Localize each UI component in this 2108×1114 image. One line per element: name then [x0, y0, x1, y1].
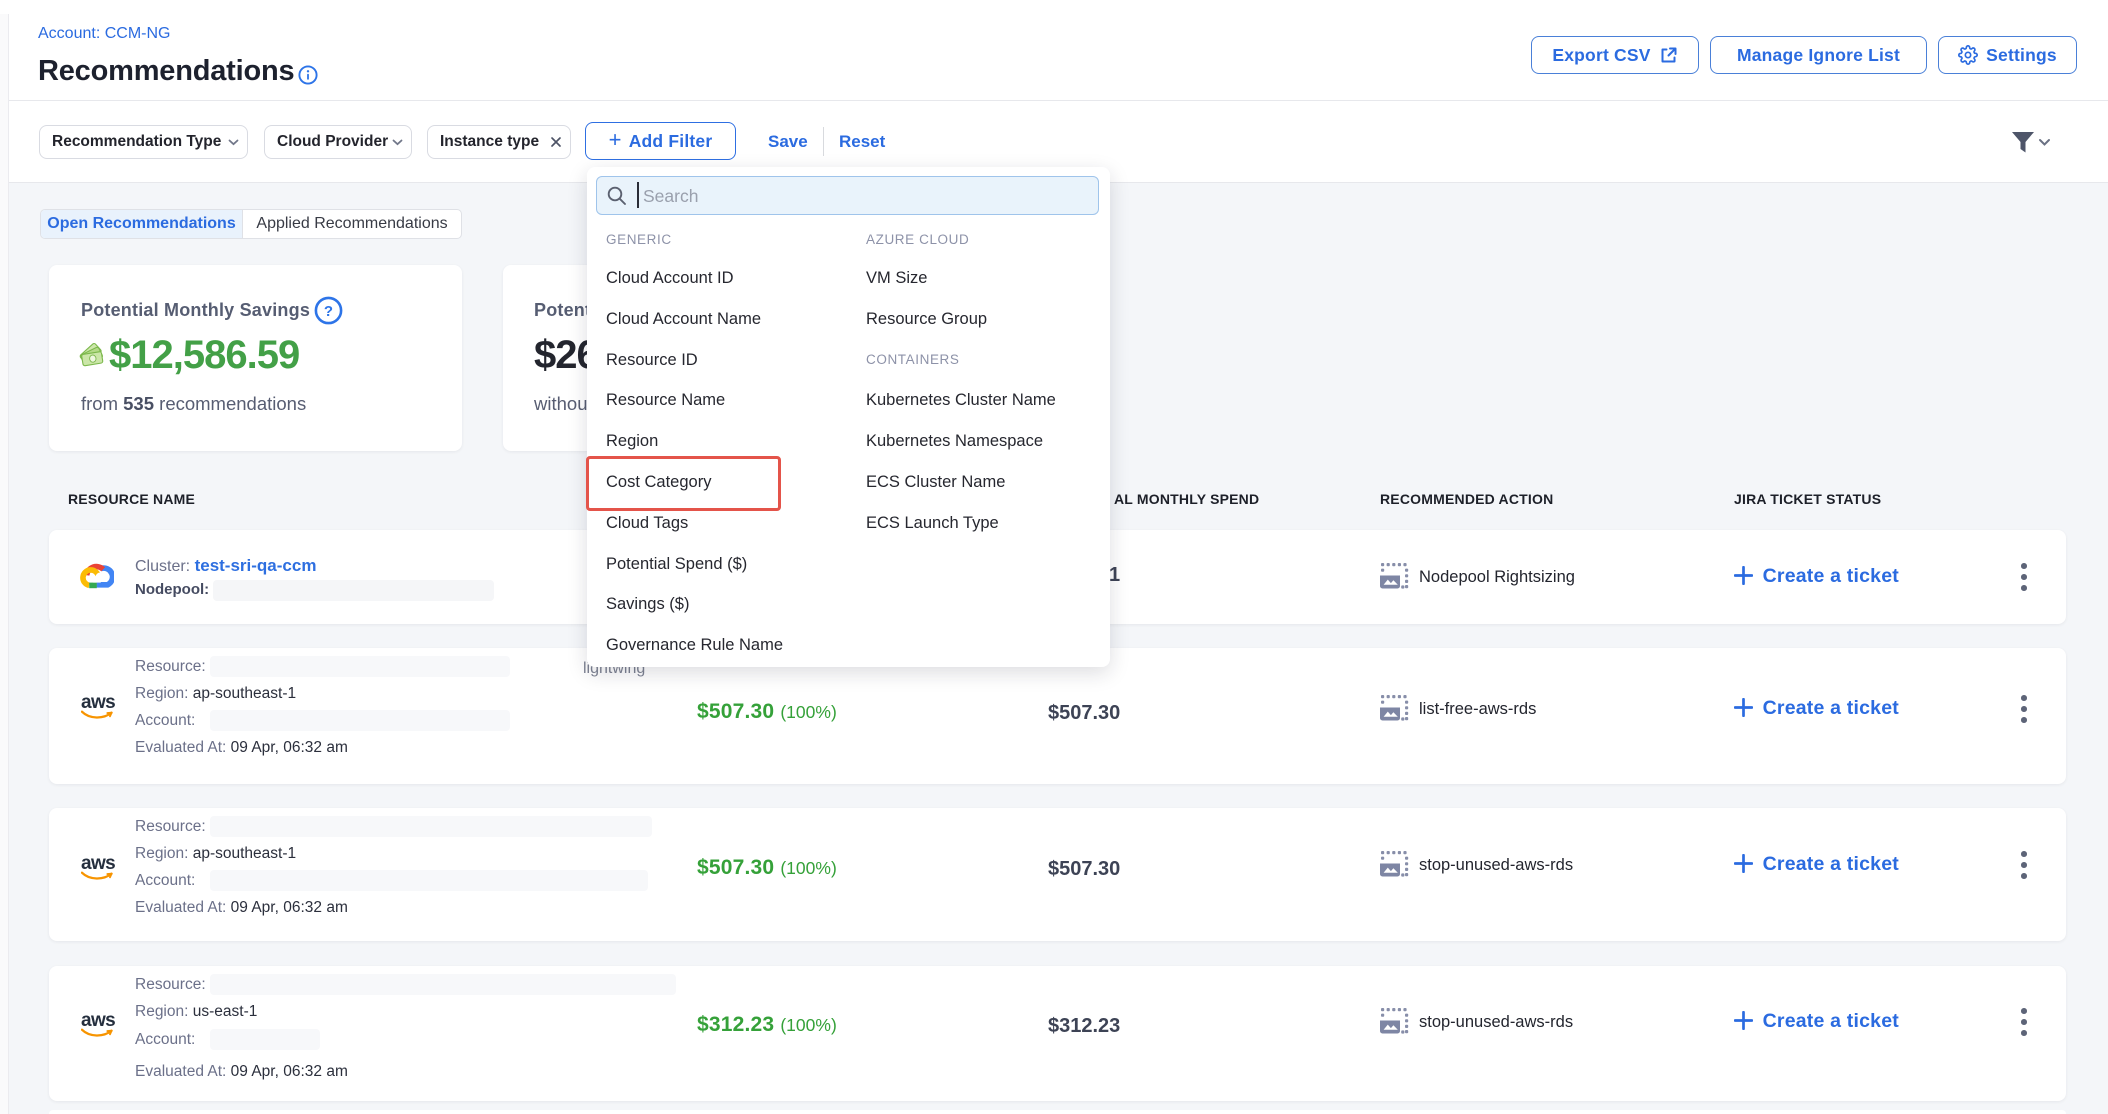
svg-text:?: ? [324, 303, 333, 320]
